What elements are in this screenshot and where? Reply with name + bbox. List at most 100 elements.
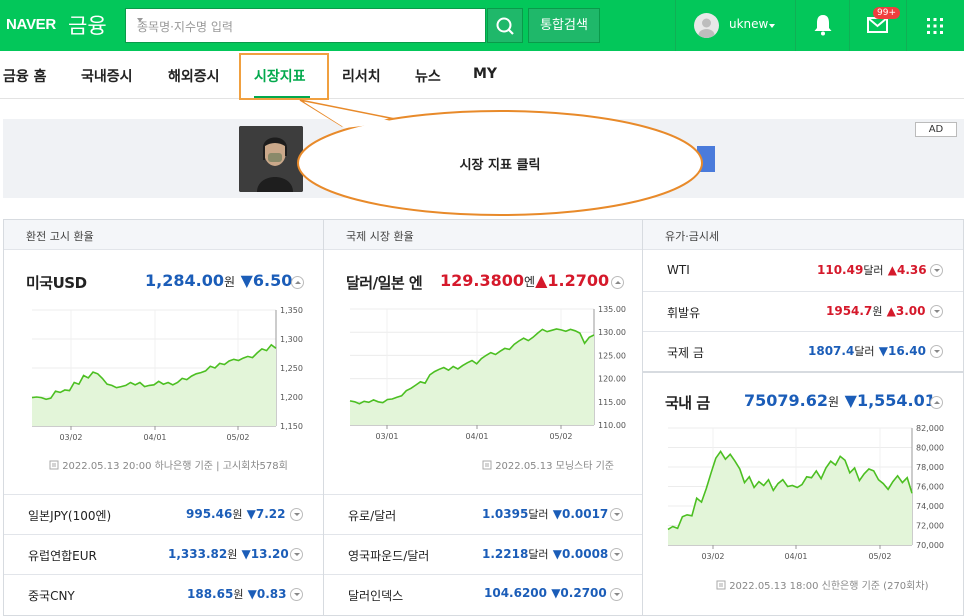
expand-toggle-icon[interactable] <box>290 588 303 601</box>
x-tick-label: 04/01 <box>784 552 807 561</box>
collapse-toggle-icon[interactable] <box>611 276 624 289</box>
source-text: 2022.05.13 18:00 신한은행 기준 (270회차) <box>729 581 929 592</box>
x-tick-label: 03/01 <box>375 432 398 441</box>
main-currency-name[interactable]: 달러/일본 엔 <box>346 272 423 293</box>
y-tick-label: 1,300 <box>280 335 303 344</box>
table-row[interactable]: 중국CNY 188.65원 ▼0.83 <box>4 574 323 614</box>
currency-name[interactable]: 유로/달러 <box>348 507 396 524</box>
ad-banner[interactable] <box>3 119 964 198</box>
integrated-search-button[interactable]: 통합검색 <box>528 8 600 43</box>
currency-value: 995.46원 ▼7.22 <box>186 506 285 522</box>
table-row[interactable]: 영국파운드/달러 1.2218달러 ▼0.0008 <box>324 534 642 574</box>
currency-name[interactable]: 달러인덱스 <box>348 587 403 604</box>
x-tick-label: 04/01 <box>465 432 488 441</box>
value-unit: 달러 <box>854 345 875 358</box>
domestic-gold-value: 75079.62원 ▼1,554.01 <box>744 391 936 410</box>
value-number: 1954.7 <box>826 304 873 318</box>
value-unit: 달러 <box>528 508 549 521</box>
apps-grid-icon[interactable] <box>925 16 945 36</box>
search-button[interactable] <box>487 8 523 43</box>
table-row[interactable]: WTI 110.49달러 ▲4.36 <box>643 251 963 291</box>
oil-gold-panel: 유가·금시세 WTI 110.49달러 ▲4.36 휘발유 1954.7원 ▲3… <box>642 219 964 616</box>
table-row[interactable]: 휘발유 1954.7원 ▲3.00 <box>643 291 963 331</box>
expand-toggle-icon[interactable] <box>930 264 943 277</box>
nav-item-finance-home[interactable]: 금융 홈 <box>3 66 47 86</box>
expand-toggle-icon[interactable] <box>930 305 943 318</box>
table-row[interactable]: 국제 금 1807.4달러 ▼16.40 <box>643 331 963 371</box>
expand-toggle-icon[interactable] <box>290 508 303 521</box>
main-currency-value: 129.3800엔▲1.2700 <box>440 271 609 290</box>
value-number: 1,284.00 <box>145 271 224 290</box>
currency-name[interactable]: 중국CNY <box>28 587 75 604</box>
user-avatar-icon <box>698 18 715 38</box>
expand-toggle-icon[interactable] <box>610 588 623 601</box>
nav-item-domestic-stock[interactable]: 국내증시 <box>81 66 133 86</box>
collapse-toggle-icon[interactable] <box>930 396 943 409</box>
table-row[interactable]: 유럽연합EUR 1,333.82원 ▼13.20 <box>4 534 323 574</box>
x-tick-label: 05/02 <box>549 432 572 441</box>
username[interactable]: uknew <box>729 17 768 31</box>
highlight-box <box>239 53 329 100</box>
domestic-gold-name[interactable]: 국내 금 <box>665 392 710 413</box>
value-unit: 달러 <box>863 264 884 277</box>
value-change: ▲1.2700 <box>535 271 610 290</box>
expand-toggle-icon[interactable] <box>610 508 623 521</box>
avatar[interactable] <box>694 13 719 38</box>
main-currency-name[interactable]: 미국USD <box>26 272 87 293</box>
x-tick-label: 05/02 <box>868 552 891 561</box>
search-placeholder: 종목명·지수명 입력 <box>137 20 233 34</box>
value-number: 75079.62 <box>744 391 829 410</box>
finance-service-title[interactable]: 금융 <box>68 10 107 40</box>
currency-name[interactable]: 영국파운드/달러 <box>348 547 429 564</box>
nav-item-research[interactable]: 리서치 <box>342 66 381 86</box>
search-input[interactable]: 종목명·지수명 입력 <box>125 8 486 43</box>
value-change: ▼0.83 <box>247 587 287 601</box>
naver-logo[interactable]: NAVER <box>6 16 56 33</box>
table-row[interactable]: 달러인덱스 104.6200 ▼0.2700 <box>324 574 642 614</box>
value-number: 995.46 <box>186 507 233 521</box>
jpy-chart: 135.00 130.00 125.00 120.00 115.00 110.00 03/0… <box>349 305 626 441</box>
currency-value: 1,333.82원 ▼13.20 <box>168 546 289 562</box>
main-navigation: 금융 홈 국내증시 해외증시 시장지표 리서치 뉴스 MY <box>0 51 964 99</box>
user-menu-caret-icon[interactable] <box>769 24 775 28</box>
series-area <box>668 451 912 545</box>
value-change: ▼7.22 <box>246 507 286 521</box>
currency-name[interactable]: 유럽연합EUR <box>28 547 97 564</box>
currency-value: 104.6200 ▼0.2700 <box>484 586 607 600</box>
nav-item-my[interactable]: MY <box>473 66 497 82</box>
value-unit: 엔 <box>524 275 536 289</box>
ad-arrow-button[interactable] <box>697 146 715 172</box>
divider <box>849 0 850 51</box>
table-row[interactable]: 유로/달러 1.0395달러 ▼0.0017 <box>324 494 642 534</box>
currency-name[interactable]: 일본JPY(100엔) <box>28 507 111 524</box>
value-unit: 원 <box>232 508 243 521</box>
value-change: ▼0.0017 <box>552 507 609 521</box>
expand-toggle-icon[interactable] <box>290 548 303 561</box>
expand-toggle-icon[interactable] <box>930 345 943 358</box>
bell-icon[interactable] <box>812 12 834 38</box>
nav-item-overseas-stock[interactable]: 해외증시 <box>168 66 220 86</box>
source-text: 2022.05.13 20:00 하나은행 기준 | 고시회차578회 <box>62 461 288 472</box>
ad-label[interactable]: AD <box>915 122 957 137</box>
nav-item-news[interactable]: 뉴스 <box>415 66 441 86</box>
collapse-toggle-icon[interactable] <box>291 276 304 289</box>
commodity-name[interactable]: WTI <box>667 263 690 277</box>
search-dropdown-icon[interactable] <box>137 18 143 22</box>
table-row[interactable]: 일본JPY(100엔) 995.46원 ▼7.22 <box>4 494 323 534</box>
y-tick-label: 80,000 <box>916 444 944 453</box>
document-icon <box>482 460 492 470</box>
commodity-name[interactable]: 휘발유 <box>667 304 700 321</box>
y-tick-label: 70,000 <box>916 541 944 550</box>
value-number: 104.6200 <box>484 586 548 600</box>
commodity-name[interactable]: 국제 금 <box>667 344 704 361</box>
expand-toggle-icon[interactable] <box>610 548 623 561</box>
value-change: ▼16.40 <box>878 344 926 358</box>
divider <box>906 0 907 51</box>
document-icon <box>716 580 726 590</box>
document-icon <box>49 460 59 470</box>
y-tick-label: 1,150 <box>280 422 303 431</box>
value-number: 1807.4 <box>808 344 855 358</box>
value-number: 1.0395 <box>482 507 529 521</box>
ad-image[interactable] <box>239 126 303 192</box>
search-icon <box>496 17 514 35</box>
